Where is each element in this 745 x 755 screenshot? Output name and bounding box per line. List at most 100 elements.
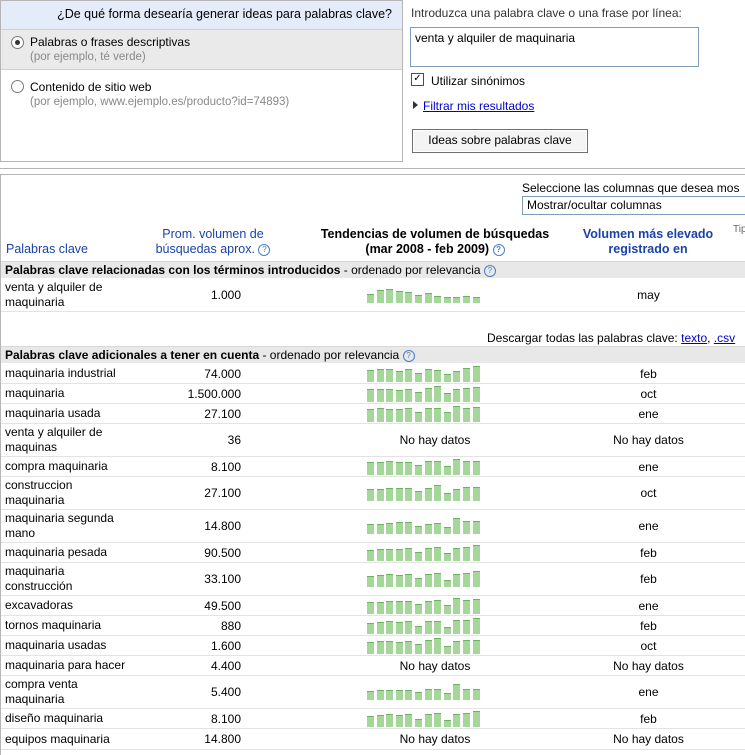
keyword-cell: venta y alquiler de maquinaria xyxy=(5,280,103,309)
trend-bar xyxy=(386,690,394,700)
trend-bar xyxy=(463,712,470,727)
trend-bar xyxy=(443,297,451,303)
peak-month-cell: feb xyxy=(640,572,657,586)
peak-month-cell: ene xyxy=(638,406,659,421)
trend-bar xyxy=(443,527,451,534)
trend-bar xyxy=(415,464,422,475)
filter-results-link[interactable]: Filtrar mis resultados xyxy=(423,99,534,113)
help-icon[interactable]: ? xyxy=(402,349,415,362)
trend-bar xyxy=(453,405,461,422)
trend-sparkline xyxy=(367,597,483,614)
trend-bar xyxy=(386,548,394,561)
help-icon[interactable]: ? xyxy=(483,264,496,277)
trend-bar xyxy=(472,544,480,561)
trend-bar xyxy=(376,601,384,614)
trend-bar xyxy=(415,391,422,402)
trend-bar xyxy=(415,526,422,534)
table-row: maquinaria usada 27.100 ene xyxy=(1,404,745,424)
columns-select[interactable]: Mostrar/ocultar columnas xyxy=(522,196,745,215)
trend-bar xyxy=(395,370,403,382)
keyword-cell: maquinaria para hacer xyxy=(5,658,126,672)
trend-bar xyxy=(434,485,442,501)
peak-month-cell: ene xyxy=(638,459,659,474)
peak-month-cell: oct xyxy=(640,386,657,401)
help-icon[interactable]: ? xyxy=(258,243,271,256)
trend-bar xyxy=(376,461,384,475)
keyword-textarea[interactable]: venta y alquiler de maquinaria xyxy=(410,27,699,67)
trend-bar xyxy=(367,461,374,475)
trend-bar xyxy=(463,546,470,561)
trend-bar xyxy=(472,460,480,475)
trend-bar xyxy=(415,295,422,303)
trend-bar xyxy=(434,689,442,700)
trend-bar xyxy=(367,369,374,382)
trend-bar xyxy=(443,373,451,382)
trend-bar xyxy=(434,637,442,654)
peak-month-cell: feb xyxy=(640,366,657,381)
trend-bar xyxy=(415,603,422,614)
trend-bar xyxy=(443,392,451,402)
volume-cell: 880 xyxy=(220,618,241,633)
trend-bar xyxy=(434,573,442,587)
trend-bar xyxy=(367,408,374,422)
trend-bar xyxy=(453,713,461,727)
table-row: maquinaria para hacer 4.400 No hay datos No… xyxy=(1,656,745,676)
volume-cell: 49.500 xyxy=(204,598,241,613)
trend-bar xyxy=(415,643,422,654)
trend-bar xyxy=(386,460,394,475)
volume-cell: 8.100 xyxy=(210,459,241,474)
trend-bar xyxy=(424,689,432,700)
trend-bar xyxy=(472,521,480,534)
table-row: maquinaria usadas 1.600 oct xyxy=(1,636,745,656)
peak-month-cell: may xyxy=(637,288,660,302)
keyword-ideas-button[interactable]: Ideas sobre palabras clave xyxy=(412,129,588,153)
trend-bar xyxy=(434,407,442,422)
trend-bar xyxy=(367,524,374,534)
trend-bar xyxy=(424,460,432,475)
header-keyword[interactable]: Palabras clave xyxy=(6,242,106,257)
header-volume[interactable]: Prom. volumen de búsquedas aprox. ? xyxy=(138,227,288,257)
trend-bar xyxy=(405,461,413,475)
trend-bar xyxy=(395,621,403,634)
trend-bar xyxy=(472,297,480,303)
trend-bar xyxy=(405,407,413,422)
trend-bar xyxy=(434,712,442,727)
table-row: excavadoras 49.500 ene xyxy=(1,596,745,616)
trend-bar xyxy=(376,489,384,501)
option-descriptive-words[interactable]: Palabras o frases descriptivas (por ejem… xyxy=(1,30,402,70)
table-row: venta y alquiler de maquinas 36 No hay dat… xyxy=(1,424,745,457)
volume-cell: 4.400 xyxy=(210,658,241,673)
synonyms-checkbox[interactable]: ✓ xyxy=(411,73,424,86)
trend-bar xyxy=(367,549,374,561)
trend-bar xyxy=(453,370,461,382)
option-website-content[interactable]: Contenido de sitio web (por ejemplo, www… xyxy=(1,71,402,161)
trend-bar xyxy=(463,407,470,422)
radio-descriptive-words[interactable] xyxy=(11,36,24,49)
trend-bar xyxy=(405,713,413,727)
trend-bar xyxy=(453,597,461,614)
table-row: tornos maquinaria 880 feb xyxy=(1,616,745,636)
tip-label: Tip xyxy=(733,224,745,235)
radio-website-content[interactable] xyxy=(11,80,24,93)
peak-month-cell: ene xyxy=(638,598,659,613)
trend-bar xyxy=(367,691,374,700)
peak-month-no-data: No hay datos xyxy=(613,732,684,746)
volume-cell: 1.500.000 xyxy=(187,386,241,401)
header-peak-month[interactable]: Volumen más elevado registrado en xyxy=(568,227,728,257)
download-csv-link[interactable]: .csv xyxy=(714,331,735,345)
keyword-input-panel: ¿De qué forma desearía generar ideas par… xyxy=(0,0,745,162)
option-descriptive-hint: (por ejemplo, té verde) xyxy=(30,51,146,63)
trend-bar xyxy=(443,552,451,561)
keyword-cell: compra venta maquinaria xyxy=(5,677,78,706)
expand-arrow-icon[interactable] xyxy=(413,101,418,109)
trend-bar xyxy=(453,574,461,587)
trend-bar xyxy=(405,620,413,634)
trend-bar xyxy=(415,372,422,382)
trend-bar xyxy=(376,290,384,303)
peak-month-cell: oct xyxy=(640,486,657,500)
trend-bar xyxy=(405,388,413,402)
download-text-link[interactable]: texto xyxy=(681,331,707,345)
trend-bar xyxy=(424,620,432,634)
trend-sparkline xyxy=(367,287,483,303)
help-icon[interactable]: ? xyxy=(492,243,505,256)
